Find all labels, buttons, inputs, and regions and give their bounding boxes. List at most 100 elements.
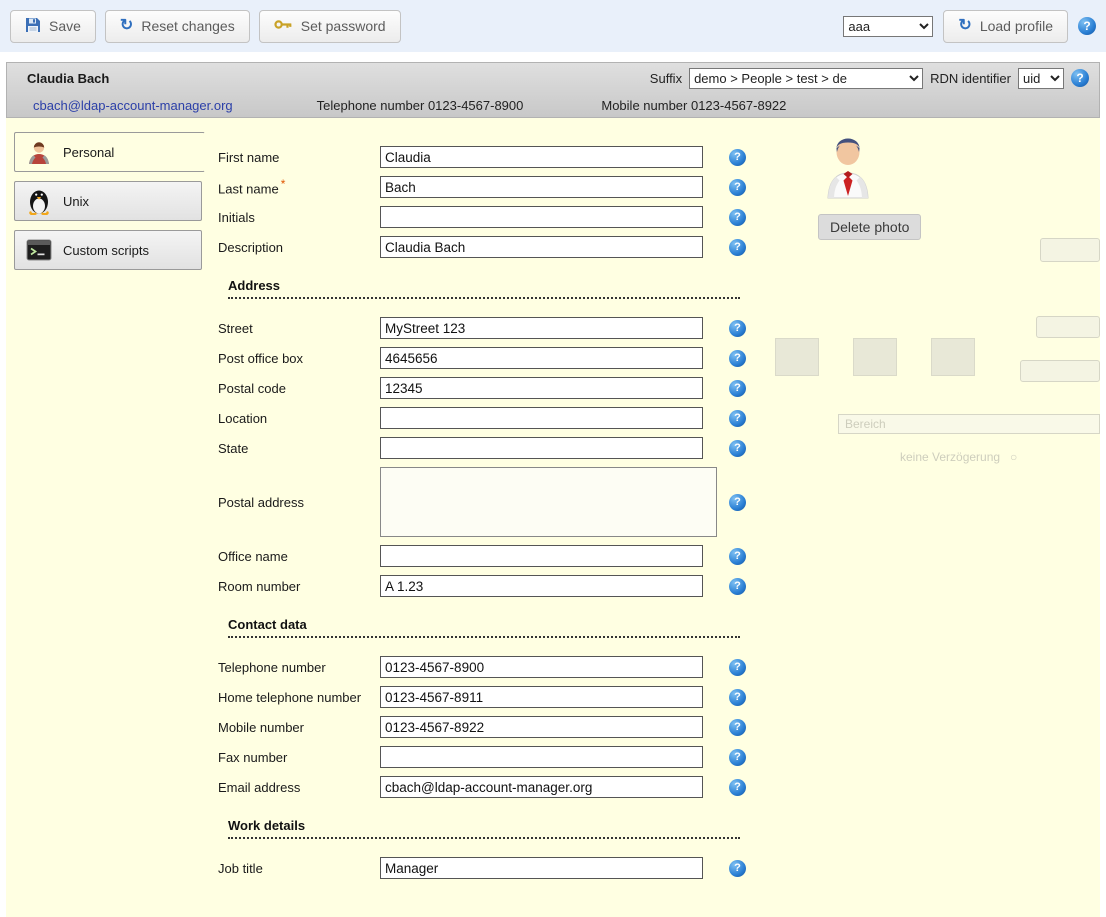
form-row: Room number ?: [218, 575, 778, 597]
toolbar-help-icon[interactable]: ?: [1078, 17, 1096, 35]
tab-unix-label: Unix: [63, 194, 89, 209]
field-label: Job title: [218, 861, 380, 876]
rdn-select[interactable]: uid: [1018, 68, 1064, 89]
office-name-input[interactable]: [380, 545, 703, 567]
main-content: Personal Unix Custom scripts Delete phot…: [6, 118, 1100, 917]
mobile-number-input[interactable]: [380, 716, 703, 738]
help-icon[interactable]: ?: [729, 239, 746, 256]
load-profile-label: Load profile: [980, 18, 1053, 34]
field-label: Street: [218, 321, 380, 336]
person-icon: [25, 138, 53, 166]
help-icon[interactable]: ?: [729, 578, 746, 595]
form-row: Postal address ?: [218, 467, 778, 537]
set-password-button[interactable]: Set password: [259, 10, 401, 43]
form-row: Initials ?: [218, 206, 778, 228]
first-name-input[interactable]: [380, 146, 703, 168]
save-label: Save: [49, 18, 81, 34]
suffix-select[interactable]: demo > People > test > de: [689, 68, 923, 89]
help-icon[interactable]: ?: [729, 149, 746, 166]
form-row: First name ?: [218, 146, 778, 168]
help-icon[interactable]: ?: [729, 440, 746, 457]
help-icon[interactable]: ?: [729, 179, 746, 196]
personal-form: First name ? Last name* ? Initials ? Des…: [218, 146, 778, 887]
load-profile-icon: ↻: [958, 18, 971, 34]
form-row: Office name ?: [218, 545, 778, 567]
form-row: Last name* ?: [218, 176, 778, 198]
help-icon[interactable]: ?: [729, 659, 746, 676]
fax-number-input[interactable]: [380, 746, 703, 768]
ghost-thumbnail: [775, 338, 819, 376]
help-icon[interactable]: ?: [729, 209, 746, 226]
ghost-radio-icon: ○: [1010, 450, 1017, 464]
form-row: Post office box ?: [218, 347, 778, 369]
suffix-label: Suffix: [650, 71, 682, 86]
field-label: Initials: [218, 210, 380, 225]
job-title-input[interactable]: [380, 857, 703, 879]
ghost-button: [1020, 360, 1100, 382]
field-label: Post office box: [218, 351, 380, 366]
header-help-icon[interactable]: ?: [1071, 69, 1089, 87]
field-label: Postal address: [218, 495, 380, 510]
form-row: Description ?: [218, 236, 778, 258]
help-icon[interactable]: ?: [729, 719, 746, 736]
save-icon: [25, 17, 41, 36]
ghost-field: Bereich: [838, 414, 1100, 434]
telephone-number-input[interactable]: [380, 656, 703, 678]
description-input[interactable]: [380, 236, 703, 258]
last-name-input[interactable]: [380, 176, 703, 198]
form-row: Home telephone number ?: [218, 686, 778, 708]
rdn-label: RDN identifier: [930, 71, 1011, 86]
field-label: Fax number: [218, 750, 380, 765]
header-telephone: Telephone number 0123-4567-8900: [317, 98, 524, 113]
help-icon[interactable]: ?: [729, 779, 746, 796]
street-input[interactable]: [380, 317, 703, 339]
help-icon[interactable]: ?: [729, 494, 746, 511]
form-row: Telephone number ?: [218, 656, 778, 678]
email-address-input[interactable]: [380, 776, 703, 798]
section-work-details: Work details: [228, 818, 740, 839]
terminal-icon: [25, 236, 53, 264]
state-input[interactable]: [380, 437, 703, 459]
reset-changes-button[interactable]: ↻ Reset changes: [105, 10, 250, 43]
tux-penguin-icon: [25, 187, 53, 215]
help-icon[interactable]: ?: [729, 410, 746, 427]
tab-custom-scripts[interactable]: Custom scripts: [14, 230, 202, 270]
initials-input[interactable]: [380, 206, 703, 228]
help-icon[interactable]: ?: [729, 350, 746, 367]
main-toolbar: Save ↻ Reset changes Set password aaa ↻ …: [0, 0, 1106, 52]
profile-select[interactable]: aaa: [843, 16, 933, 37]
form-row: Street ?: [218, 317, 778, 339]
form-row: Job title ?: [218, 857, 778, 879]
ghost-radio-label: keine Verzögerung: [900, 450, 1000, 464]
room-number-input[interactable]: [380, 575, 703, 597]
help-icon[interactable]: ?: [729, 548, 746, 565]
help-icon[interactable]: ?: [729, 380, 746, 397]
field-label: Telephone number: [218, 660, 380, 675]
field-label: State: [218, 441, 380, 456]
section-contact-data: Contact data: [228, 617, 740, 638]
required-marker: *: [281, 177, 286, 191]
form-row: State ?: [218, 437, 778, 459]
postal-address-textarea[interactable]: [380, 467, 717, 537]
tab-personal[interactable]: Personal: [14, 132, 205, 172]
email-link[interactable]: cbach@ldap-account-manager.org: [33, 98, 233, 113]
help-icon[interactable]: ?: [729, 320, 746, 337]
home-telephone-number-input[interactable]: [380, 686, 703, 708]
help-icon[interactable]: ?: [729, 860, 746, 877]
tab-unix[interactable]: Unix: [14, 181, 202, 221]
section-address: Address: [228, 278, 740, 299]
post-office-box-input[interactable]: [380, 347, 703, 369]
field-label: Home telephone number: [218, 690, 380, 705]
help-icon[interactable]: ?: [729, 689, 746, 706]
postal-code-input[interactable]: [380, 377, 703, 399]
account-header: Claudia Bach Suffix demo > People > test…: [6, 62, 1100, 118]
save-button[interactable]: Save: [10, 10, 96, 43]
ghost-button: [1040, 238, 1100, 262]
location-input[interactable]: [380, 407, 703, 429]
header-mobile: Mobile number 0123-4567-8922: [601, 98, 786, 113]
form-row: Email address ?: [218, 776, 778, 798]
load-profile-button[interactable]: ↻ Load profile: [943, 10, 1068, 43]
delete-photo-button[interactable]: Delete photo: [818, 214, 921, 240]
help-icon[interactable]: ?: [729, 749, 746, 766]
form-row: Fax number ?: [218, 746, 778, 768]
